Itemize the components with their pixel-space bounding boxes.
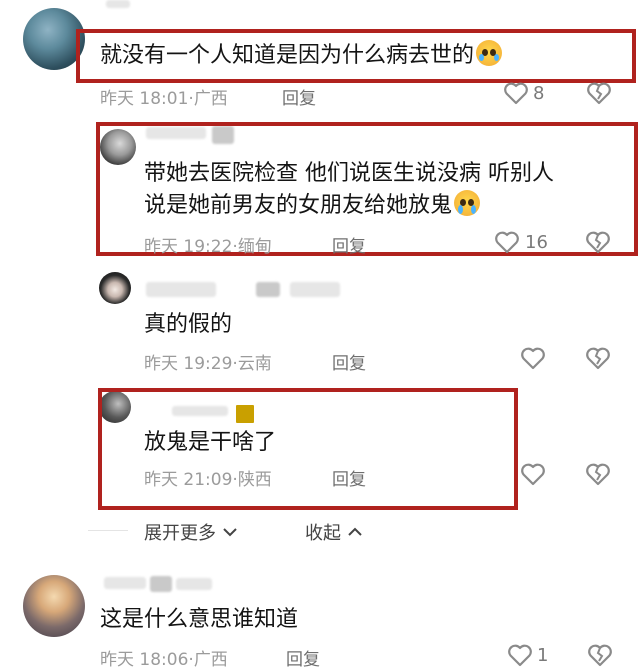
- chevron-down-icon: [222, 521, 238, 542]
- comment-text: 放鬼是干啥了: [144, 430, 277, 455]
- comment-meta: 昨天 19:29·云南: [144, 354, 272, 374]
- comment-text-line2: 说是她前男友的女朋友给她放鬼: [144, 190, 481, 221]
- reply-button[interactable]: 回复: [332, 465, 366, 490]
- expand-more-button[interactable]: 展开更多: [144, 519, 238, 545]
- like-heart-icon[interactable]: [519, 345, 547, 371]
- dislike-broken-heart-icon[interactable]: [585, 80, 613, 106]
- like-count: 1: [537, 645, 549, 666]
- like-heart-icon[interactable]: [493, 229, 521, 255]
- avatar[interactable]: [99, 272, 131, 304]
- comment-text-line1: 带她去医院检查 他们说医生说没病 听别人: [144, 161, 554, 186]
- dislike-broken-heart-icon[interactable]: [584, 229, 612, 255]
- reply-button[interactable]: 回复: [286, 645, 320, 670]
- like-heart-icon[interactable]: [502, 80, 530, 106]
- comment-text: 就没有一个人知道是因为什么病去世的: [100, 40, 503, 71]
- chevron-up-icon: [347, 521, 363, 542]
- comment-meta: 昨天 21:09·陕西: [144, 470, 272, 490]
- like-count: 8: [533, 83, 545, 104]
- dislike-broken-heart-icon[interactable]: [586, 642, 614, 668]
- reply-button[interactable]: 回复: [332, 349, 366, 374]
- username-blurred: [256, 282, 280, 297]
- comment-text: 真的假的: [144, 312, 233, 337]
- pleading-face-icon: [476, 40, 503, 66]
- reply-button[interactable]: 回复: [332, 232, 366, 257]
- username-blurred: [150, 576, 172, 592]
- like-count: 16: [525, 232, 548, 253]
- username-blurred: [106, 0, 130, 8]
- username-blurred: [104, 577, 146, 589]
- dislike-broken-heart-icon[interactable]: [584, 345, 612, 371]
- comment-meta: 昨天 18:01·广西: [100, 89, 228, 109]
- like-heart-icon[interactable]: [519, 461, 547, 487]
- username-blurred: [290, 282, 340, 297]
- username-blurred: [146, 282, 216, 297]
- thread-divider: [88, 530, 128, 531]
- reply-button[interactable]: 回复: [282, 84, 316, 109]
- dislike-broken-heart-icon[interactable]: [584, 461, 612, 487]
- comment-meta: 昨天 19:22·缅甸: [144, 237, 272, 257]
- avatar[interactable]: [23, 575, 85, 637]
- crying-face-icon: [454, 190, 481, 216]
- username-blurred: [176, 578, 212, 590]
- comment-meta: 昨天 18:06·广西: [100, 650, 228, 670]
- comment-text: 这是什么意思谁知道: [100, 607, 299, 632]
- collapse-button[interactable]: 收起: [305, 519, 363, 545]
- like-heart-icon[interactable]: [506, 642, 534, 668]
